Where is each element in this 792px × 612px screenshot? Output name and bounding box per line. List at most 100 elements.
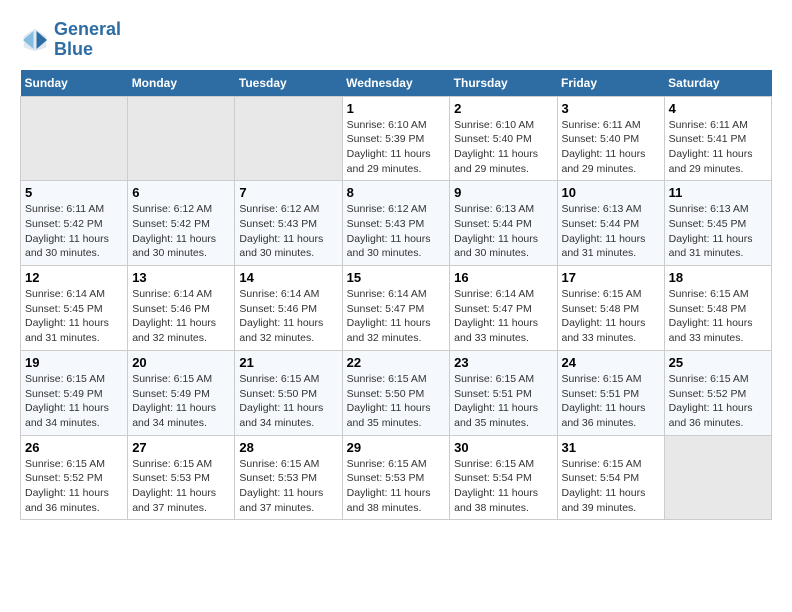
calendar-cell: 8 Sunrise: 6:12 AMSunset: 5:43 PMDaylight… xyxy=(342,181,450,266)
day-number: 31 xyxy=(562,440,660,455)
calendar-cell: 16Sunrise: 6:14 AMSunset: 5:47 PMDayligh… xyxy=(450,266,557,351)
logo: General Blue xyxy=(20,20,121,60)
day-number: 4 xyxy=(669,101,767,116)
day-number: 19 xyxy=(25,355,123,370)
day-number: 9 xyxy=(454,185,552,200)
day-number: 20 xyxy=(132,355,230,370)
calendar-week-row: 26 Sunrise: 6:15 AMSunset: 5:52 PMDayligh… xyxy=(21,435,772,520)
day-info: Sunrise: 6:15 AMSunset: 5:50 PMDaylight:… xyxy=(347,372,446,431)
calendar-cell: 20 Sunrise: 6:15 AMSunset: 5:49 PMDayligh… xyxy=(128,350,235,435)
day-number: 6 xyxy=(132,185,230,200)
weekday-header: Thursday xyxy=(450,70,557,97)
calendar-cell: 15 Sunrise: 6:14 AMSunset: 5:47 PMDayligh… xyxy=(342,266,450,351)
day-info: Sunrise: 6:13 AMSunset: 5:45 PMDaylight:… xyxy=(669,202,767,261)
day-info: Sunrise: 6:12 AMSunset: 5:43 PMDaylight:… xyxy=(347,202,446,261)
calendar-body: 1 Sunrise: 6:10 AMSunset: 5:39 PMDaylight… xyxy=(21,96,772,520)
day-info: Sunrise: 6:12 AMSunset: 5:42 PMDaylight:… xyxy=(132,202,230,261)
day-info: Sunrise: 6:15 AMSunset: 5:48 PMDaylight:… xyxy=(562,287,660,346)
calendar-cell: 29 Sunrise: 6:15 AMSunset: 5:53 PMDayligh… xyxy=(342,435,450,520)
calendar-cell: 17 Sunrise: 6:15 AMSunset: 5:48 PMDayligh… xyxy=(557,266,664,351)
calendar-week-row: 1 Sunrise: 6:10 AMSunset: 5:39 PMDaylight… xyxy=(21,96,772,181)
calendar-cell: 22 Sunrise: 6:15 AMSunset: 5:50 PMDayligh… xyxy=(342,350,450,435)
calendar-cell: 27Sunrise: 6:15 AMSunset: 5:53 PMDayligh… xyxy=(128,435,235,520)
calendar-cell: 18 Sunrise: 6:15 AMSunset: 5:48 PMDayligh… xyxy=(664,266,771,351)
weekday-header: Friday xyxy=(557,70,664,97)
header: General Blue xyxy=(20,20,772,60)
day-info: Sunrise: 6:15 AMSunset: 5:52 PMDaylight:… xyxy=(25,457,123,516)
calendar-cell xyxy=(235,96,342,181)
calendar-header-row: SundayMondayTuesdayWednesdayThursdayFrid… xyxy=(21,70,772,97)
calendar-cell: 31Sunrise: 6:15 AMSunset: 5:54 PMDayligh… xyxy=(557,435,664,520)
calendar-cell: 24 Sunrise: 6:15 AMSunset: 5:51 PMDayligh… xyxy=(557,350,664,435)
day-info: Sunrise: 6:14 AMSunset: 5:45 PMDaylight:… xyxy=(25,287,123,346)
calendar-cell: 2 Sunrise: 6:10 AMSunset: 5:40 PMDaylight… xyxy=(450,96,557,181)
weekday-header: Monday xyxy=(128,70,235,97)
weekday-header: Saturday xyxy=(664,70,771,97)
calendar-cell: 30 Sunrise: 6:15 AMSunset: 5:54 PMDayligh… xyxy=(450,435,557,520)
day-number: 8 xyxy=(347,185,446,200)
day-number: 13 xyxy=(132,270,230,285)
day-number: 2 xyxy=(454,101,552,116)
day-number: 3 xyxy=(562,101,660,116)
day-info: Sunrise: 6:15 AMSunset: 5:51 PMDaylight:… xyxy=(454,372,552,431)
day-info: Sunrise: 6:15 AMSunset: 5:52 PMDaylight:… xyxy=(669,372,767,431)
calendar-cell: 25 Sunrise: 6:15 AMSunset: 5:52 PMDayligh… xyxy=(664,350,771,435)
calendar-cell: 14 Sunrise: 6:14 AMSunset: 5:46 PMDayligh… xyxy=(235,266,342,351)
day-number: 30 xyxy=(454,440,552,455)
calendar-cell: 12 Sunrise: 6:14 AMSunset: 5:45 PMDayligh… xyxy=(21,266,128,351)
day-number: 27 xyxy=(132,440,230,455)
day-number: 12 xyxy=(25,270,123,285)
day-info: Sunrise: 6:15 AMSunset: 5:53 PMDaylight:… xyxy=(239,457,337,516)
calendar-cell: 19 Sunrise: 6:15 AMSunset: 5:49 PMDayligh… xyxy=(21,350,128,435)
day-number: 25 xyxy=(669,355,767,370)
day-info: Sunrise: 6:15 AMSunset: 5:49 PMDaylight:… xyxy=(132,372,230,431)
day-number: 14 xyxy=(239,270,337,285)
calendar-cell: 23 Sunrise: 6:15 AMSunset: 5:51 PMDayligh… xyxy=(450,350,557,435)
day-number: 24 xyxy=(562,355,660,370)
day-info: Sunrise: 6:14 AMSunset: 5:46 PMDaylight:… xyxy=(239,287,337,346)
weekday-header: Sunday xyxy=(21,70,128,97)
calendar-cell: 9 Sunrise: 6:13 AMSunset: 5:44 PMDaylight… xyxy=(450,181,557,266)
day-info: Sunrise: 6:15 AMSunset: 5:48 PMDaylight:… xyxy=(669,287,767,346)
calendar-cell: 28Sunrise: 6:15 AMSunset: 5:53 PMDayligh… xyxy=(235,435,342,520)
day-number: 22 xyxy=(347,355,446,370)
day-number: 17 xyxy=(562,270,660,285)
calendar: SundayMondayTuesdayWednesdayThursdayFrid… xyxy=(20,70,772,521)
day-number: 23 xyxy=(454,355,552,370)
day-info: Sunrise: 6:10 AMSunset: 5:40 PMDaylight:… xyxy=(454,118,552,177)
day-number: 21 xyxy=(239,355,337,370)
day-number: 7 xyxy=(239,185,337,200)
day-info: Sunrise: 6:12 AMSunset: 5:43 PMDaylight:… xyxy=(239,202,337,261)
day-number: 29 xyxy=(347,440,446,455)
day-number: 1 xyxy=(347,101,446,116)
day-info: Sunrise: 6:15 AMSunset: 5:53 PMDaylight:… xyxy=(347,457,446,516)
calendar-cell: 26 Sunrise: 6:15 AMSunset: 5:52 PMDayligh… xyxy=(21,435,128,520)
calendar-cell: 6 Sunrise: 6:12 AMSunset: 5:42 PMDaylight… xyxy=(128,181,235,266)
day-number: 26 xyxy=(25,440,123,455)
day-info: Sunrise: 6:15 AMSunset: 5:50 PMDaylight:… xyxy=(239,372,337,431)
calendar-cell: 13Sunrise: 6:14 AMSunset: 5:46 PMDayligh… xyxy=(128,266,235,351)
calendar-week-row: 5Sunrise: 6:11 AMSunset: 5:42 PMDaylight… xyxy=(21,181,772,266)
logo-text: General Blue xyxy=(54,20,121,60)
day-info: Sunrise: 6:10 AMSunset: 5:39 PMDaylight:… xyxy=(347,118,446,177)
calendar-cell: 1 Sunrise: 6:10 AMSunset: 5:39 PMDaylight… xyxy=(342,96,450,181)
calendar-cell: 21 Sunrise: 6:15 AMSunset: 5:50 PMDayligh… xyxy=(235,350,342,435)
day-info: Sunrise: 6:15 AMSunset: 5:51 PMDaylight:… xyxy=(562,372,660,431)
day-number: 11 xyxy=(669,185,767,200)
day-number: 5 xyxy=(25,185,123,200)
day-number: 10 xyxy=(562,185,660,200)
day-info: Sunrise: 6:11 AMSunset: 5:40 PMDaylight:… xyxy=(562,118,660,177)
day-info: Sunrise: 6:14 AMSunset: 5:47 PMDaylight:… xyxy=(347,287,446,346)
day-info: Sunrise: 6:15 AMSunset: 5:49 PMDaylight:… xyxy=(25,372,123,431)
day-info: Sunrise: 6:13 AMSunset: 5:44 PMDaylight:… xyxy=(454,202,552,261)
day-info: Sunrise: 6:15 AMSunset: 5:54 PMDaylight:… xyxy=(454,457,552,516)
day-info: Sunrise: 6:11 AMSunset: 5:41 PMDaylight:… xyxy=(669,118,767,177)
calendar-cell: 10Sunrise: 6:13 AMSunset: 5:44 PMDayligh… xyxy=(557,181,664,266)
day-info: Sunrise: 6:14 AMSunset: 5:47 PMDaylight:… xyxy=(454,287,552,346)
calendar-cell xyxy=(21,96,128,181)
calendar-cell: 4 Sunrise: 6:11 AMSunset: 5:41 PMDaylight… xyxy=(664,96,771,181)
calendar-cell: 7 Sunrise: 6:12 AMSunset: 5:43 PMDaylight… xyxy=(235,181,342,266)
logo-icon xyxy=(20,25,50,55)
day-number: 18 xyxy=(669,270,767,285)
day-number: 15 xyxy=(347,270,446,285)
